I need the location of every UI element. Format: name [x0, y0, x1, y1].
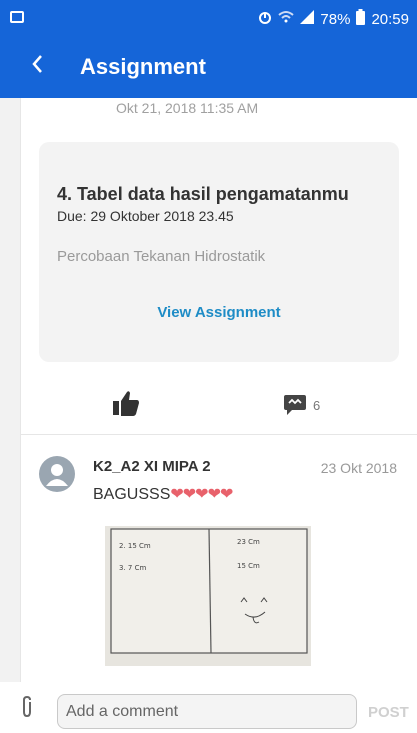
back-button[interactable]	[30, 52, 44, 83]
comment-composer: POST	[0, 682, 417, 733]
comment-input[interactable]	[57, 694, 357, 729]
comment-author: K2_A2 XI MIPA 2	[93, 458, 211, 475]
assignment-title: 4. Tabel data hasil pengamatanmu	[57, 184, 349, 204]
like-button[interactable]	[111, 388, 141, 418]
assignment-card[interactable]: 4. Tabel data hasil pengamatanmu Due: 29…	[39, 142, 399, 362]
post-timestamp: Okt 21, 2018 11:35 AM	[116, 100, 259, 116]
chevron-left-icon	[32, 55, 42, 73]
status-bar: 78% 20:59	[0, 0, 417, 38]
comment-photo[interactable]: 2. 15 Cm 3. 7 Cm 23 Cm 15 Cm	[105, 526, 311, 666]
comment-item: K2_A2 XI MIPA 2 23 Okt 2018 BAGUSSS❤❤❤❤❤…	[21, 436, 417, 682]
status-time: 20:59	[371, 10, 409, 28]
photo-note-left-2: 3. 7 Cm	[119, 564, 146, 572]
page-title: Assignment	[80, 54, 206, 79]
app-bar: Assignment	[0, 38, 417, 98]
battery-icon	[356, 9, 366, 29]
photo-note-right-2: 15 Cm	[237, 562, 260, 570]
assignment-subject: Percobaan Tekanan Hidrostatik	[57, 248, 266, 265]
wifi-icon	[278, 10, 295, 28]
thumbs-up-icon	[113, 391, 139, 416]
feed-scroll-area[interactable]: Okt 21, 2018 11:35 AM 4. Tabel data hasi…	[0, 98, 417, 682]
photo-note-right-1: 23 Cm	[237, 538, 260, 546]
post-button[interactable]: POST	[368, 704, 409, 721]
post-actions: 6	[21, 378, 417, 435]
photo-note-left-1: 2. 15 Cm	[119, 542, 151, 550]
post-panel: Okt 21, 2018 11:35 AM 4. Tabel data hasi…	[20, 98, 417, 682]
comment-icon	[284, 395, 306, 415]
heart-emoji: ❤❤❤❤❤	[170, 486, 233, 503]
comment-text-body: BAGUSSS	[93, 486, 171, 503]
paperclip-icon	[23, 695, 31, 718]
signal-icon	[300, 10, 315, 28]
avatar	[39, 456, 75, 492]
assignment-due: Due: 29 Oktober 2018 23.45	[57, 208, 234, 224]
battery-percent: 78%	[320, 10, 351, 28]
alarm-icon	[258, 10, 272, 28]
comment-count: 6	[313, 398, 321, 413]
comment-text: BAGUSSS❤❤❤❤❤	[93, 484, 233, 504]
status-icons: 78% 20:59	[258, 9, 409, 29]
attach-button[interactable]	[20, 695, 34, 718]
view-assignment-button[interactable]: View Assignment	[39, 304, 399, 321]
image-notification-icon	[10, 11, 24, 23]
comments-button[interactable]	[283, 394, 307, 416]
comment-date: 23 Okt 2018	[320, 460, 397, 476]
